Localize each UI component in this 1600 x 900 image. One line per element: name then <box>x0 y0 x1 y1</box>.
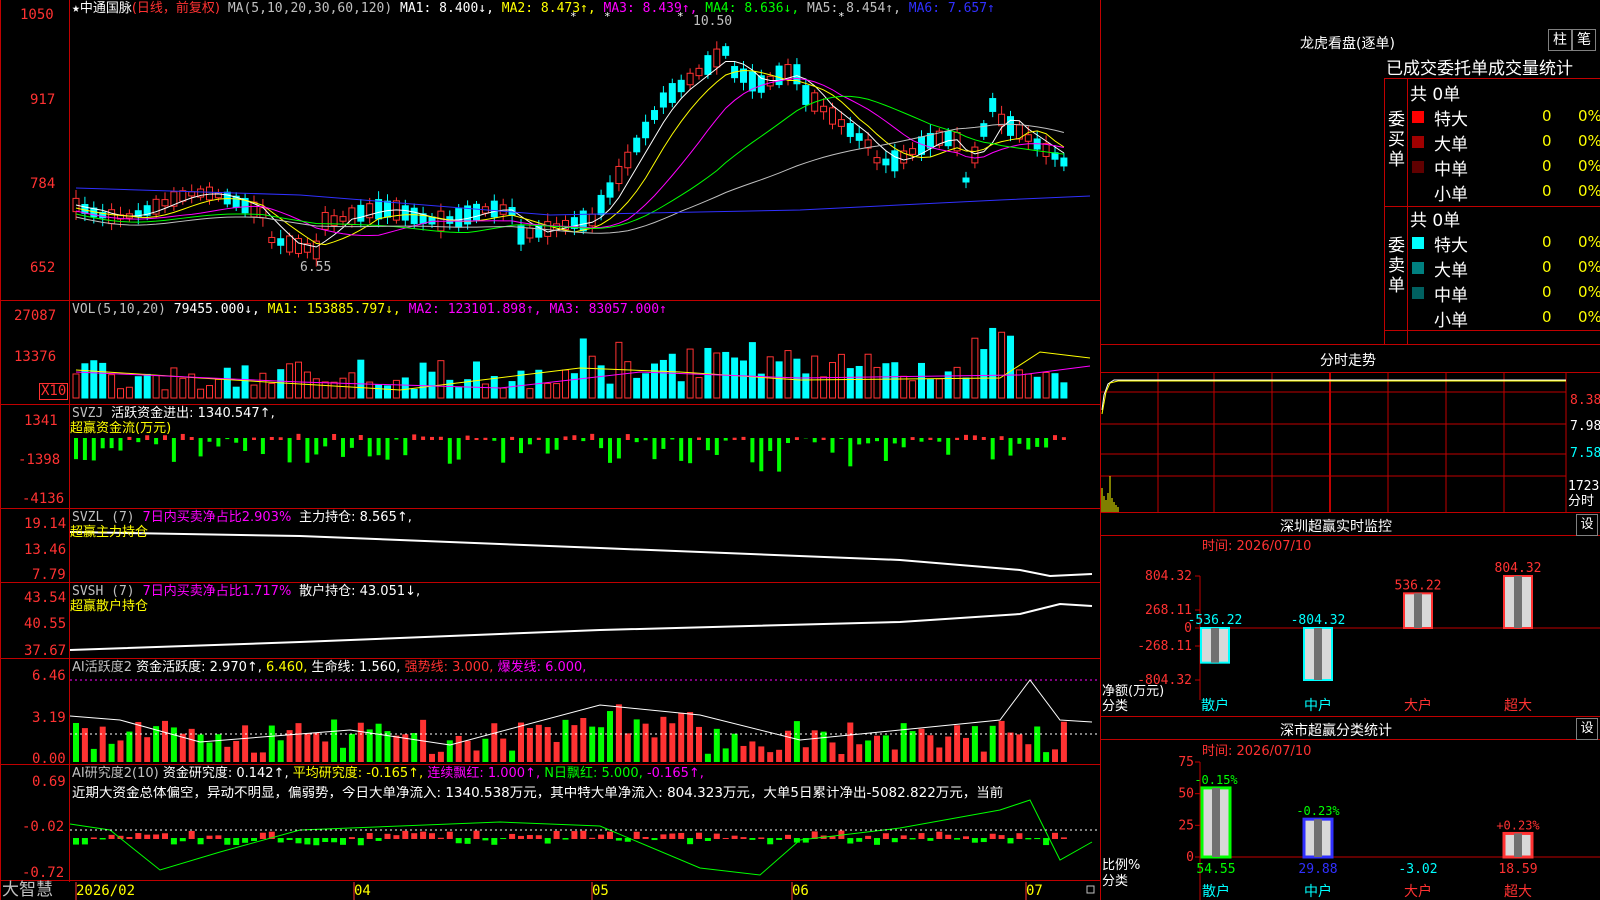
sz-class-chart: 75 50 25 0 -0.15% 54.55 散户 -0.23% 29.88 中户 -3.02 大户… <box>1178 755 1600 900</box>
sz-class-x-label: 分类 <box>1102 874 1129 889</box>
sz-class-value-label: 54.55 <box>1196 862 1235 877</box>
sz-class-change-label: -0.23% <box>1296 804 1340 818</box>
sz-class-bar-stripe <box>1514 833 1522 857</box>
sz-class-category: 散户 <box>1202 883 1230 900</box>
sz-class-bar-stripe <box>1314 819 1322 857</box>
sz-class-change-label: +0.23% <box>1496 818 1540 832</box>
sz-class-value-label: 29.88 <box>1298 862 1337 877</box>
sz-class-value-label: -3.02 <box>1398 862 1437 877</box>
sz-class-y-tick: 75 <box>1178 755 1194 770</box>
sz-class-y-tick: 50 <box>1178 787 1194 802</box>
sz-class-y-tick: 25 <box>1178 818 1194 833</box>
sz-class-y-label: 比例% <box>1102 858 1141 873</box>
sz-class-category: 中户 <box>1304 883 1332 900</box>
sz-class-y-tick: 0 <box>1186 850 1194 865</box>
sz-class-category: 超大 <box>1504 884 1532 900</box>
sz-class-bar-stripe <box>1212 787 1220 857</box>
sz-class-category: 大户 <box>1404 883 1432 900</box>
sz-class-change-label: -0.15% <box>1194 773 1238 787</box>
sz-class-value-label: 18.59 <box>1498 862 1537 877</box>
